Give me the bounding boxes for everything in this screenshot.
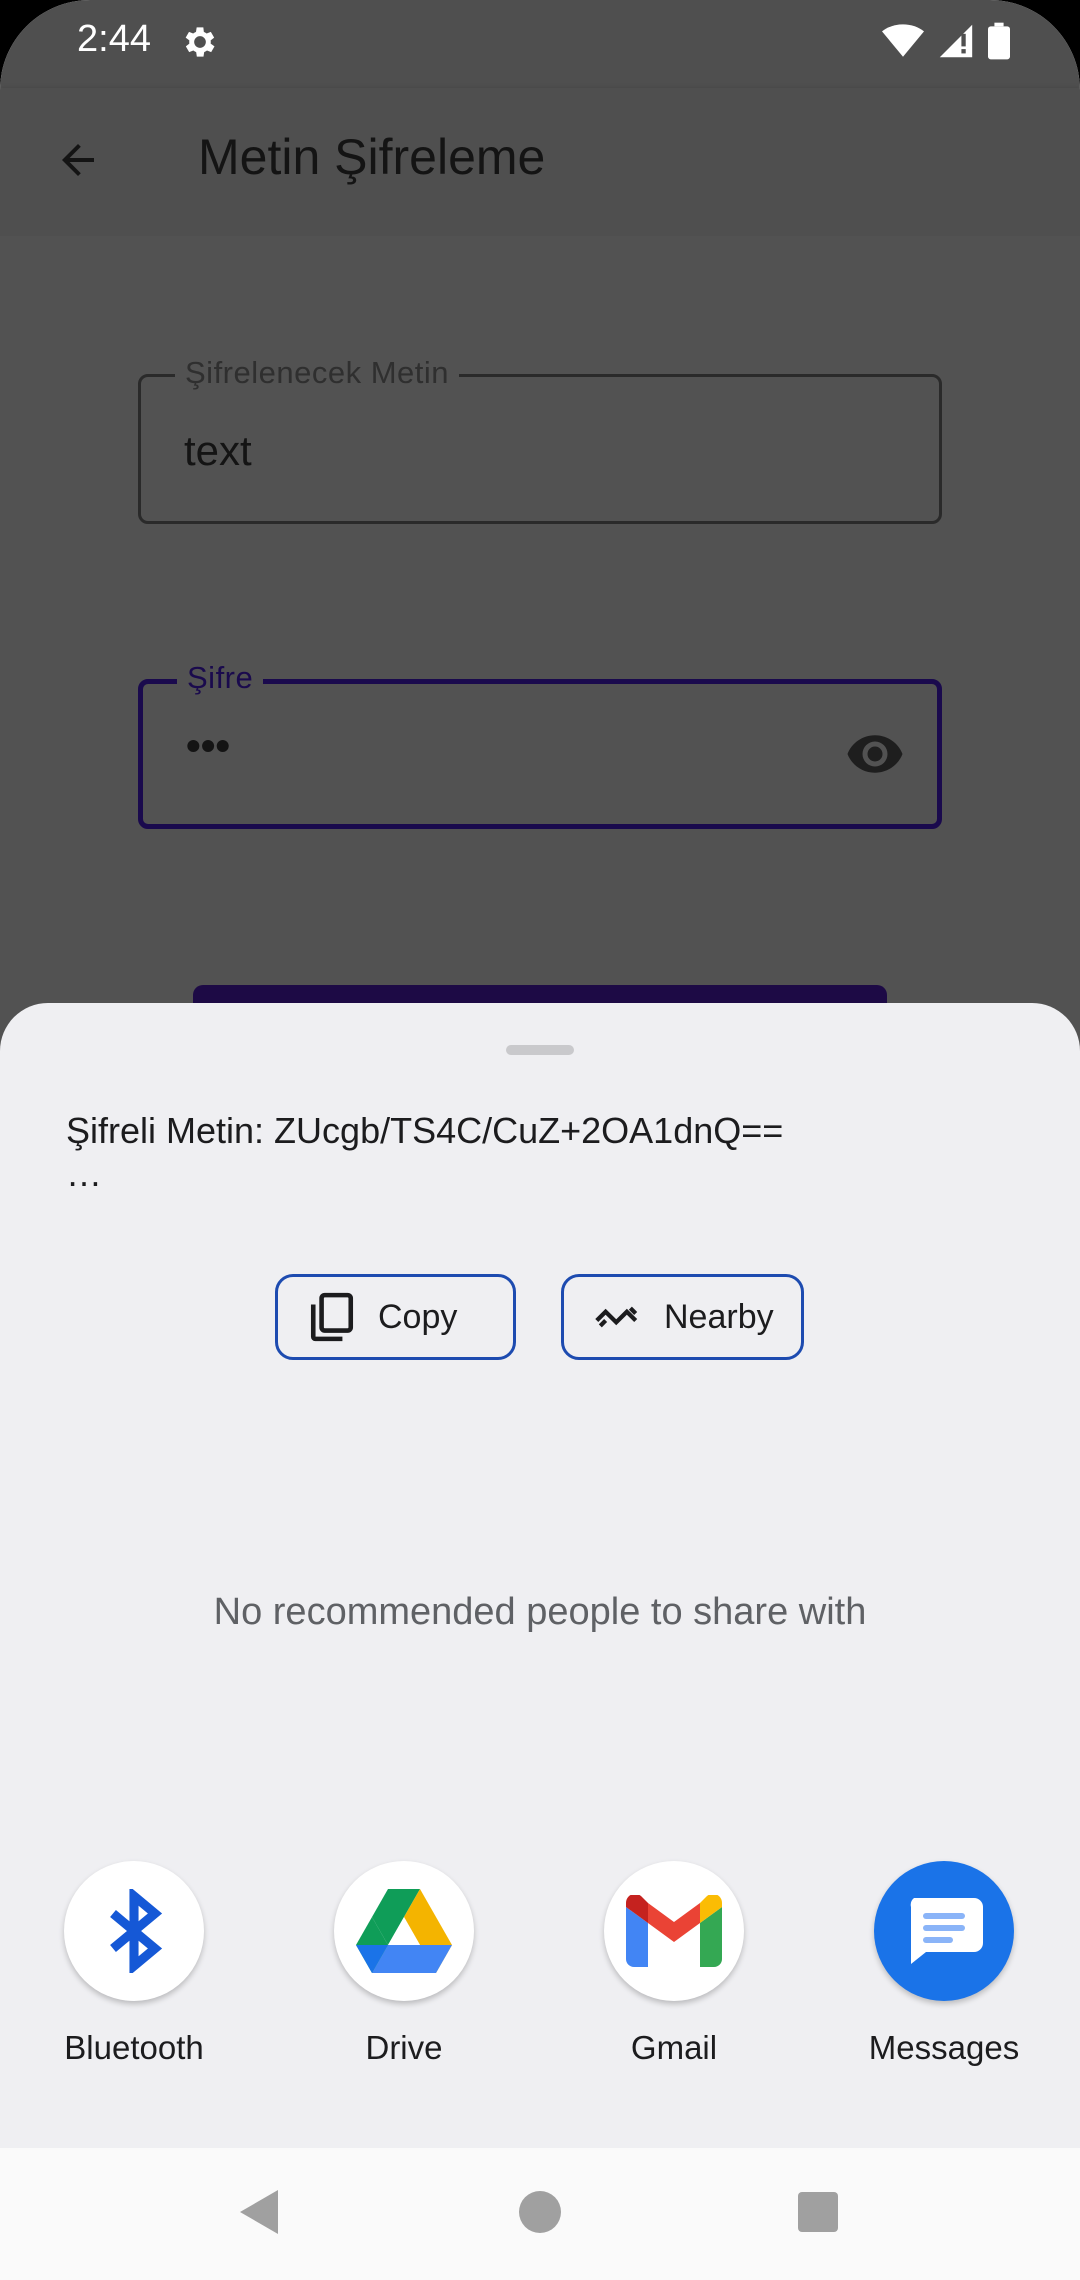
triangle-back-icon	[238, 2188, 282, 2241]
shared-text-preview: Şifreli Metin: ZUcgb/TS4C/CuZ+2OA1dnQ==	[66, 1110, 784, 1151]
eye-icon	[845, 724, 905, 789]
share-target-drive[interactable]: Drive	[304, 1861, 504, 2067]
circle-home-icon	[519, 2190, 561, 2238]
nearby-icon	[594, 1293, 642, 1341]
status-bar: 2:44	[0, 0, 1080, 88]
nav-back-button[interactable]	[230, 2184, 290, 2244]
plain-text-field[interactable]: Şifrelenecek Metin text	[138, 355, 942, 524]
password-visibility-toggle[interactable]	[843, 724, 907, 788]
navigation-bar	[0, 2148, 1080, 2280]
drive-label: Drive	[365, 2029, 443, 2066]
share-target-messages[interactable]: Messages	[844, 1861, 1044, 2067]
app-bar: Metin Şifreleme	[0, 88, 1080, 236]
no-recommendations-message: No recommended people to share with	[213, 1591, 867, 1633]
bluetooth-label: Bluetooth	[64, 2029, 204, 2066]
battery-icon	[988, 22, 1010, 65]
shared-text-ellipsis: …	[66, 1153, 102, 1194]
nearby-label: Nearby	[664, 1297, 774, 1336]
share-target-bluetooth[interactable]: Bluetooth	[34, 1861, 234, 2067]
status-time: 2:44	[77, 18, 151, 60]
share-sheet: Şifreli Metin: ZUcgb/TS4C/CuZ+2OA1dnQ== …	[0, 1003, 1080, 2148]
plain-text-value: text	[184, 427, 252, 474]
nav-recents-button[interactable]	[788, 2184, 848, 2244]
password-label: Şifre	[177, 660, 264, 696]
bluetooth-icon	[64, 1861, 204, 2001]
square-recents-icon	[798, 2191, 838, 2237]
drag-handle[interactable]	[506, 1045, 574, 1055]
copy-button[interactable]: Copy	[275, 1274, 516, 1360]
signal-icon	[938, 23, 974, 64]
back-button[interactable]	[40, 124, 116, 200]
drive-icon	[334, 1861, 474, 2001]
copy-label: Copy	[378, 1297, 458, 1336]
nearby-button[interactable]: Nearby	[561, 1274, 804, 1360]
plain-text-label: Şifrelenecek Metin	[175, 355, 460, 391]
wifi-icon	[882, 23, 924, 64]
share-target-gmail[interactable]: Gmail	[574, 1861, 774, 2067]
messages-icon	[874, 1861, 1014, 2001]
password-value: •••	[186, 722, 231, 769]
gmail-icon	[604, 1861, 744, 2001]
nav-home-button[interactable]	[510, 2184, 570, 2244]
password-field[interactable]: Şifre •••	[138, 660, 942, 829]
arrow-back-icon	[54, 136, 102, 189]
phone-screen: 2:44 Metin Şifreleme Şifrelenecek Metin …	[0, 0, 1080, 2280]
gear-icon	[180, 22, 220, 62]
gmail-label: Gmail	[630, 2029, 718, 2066]
page-title: Metin Şifreleme	[198, 129, 546, 185]
status-icons	[882, 22, 1010, 65]
messages-label: Messages	[868, 2029, 1020, 2066]
copy-icon	[308, 1292, 356, 1342]
